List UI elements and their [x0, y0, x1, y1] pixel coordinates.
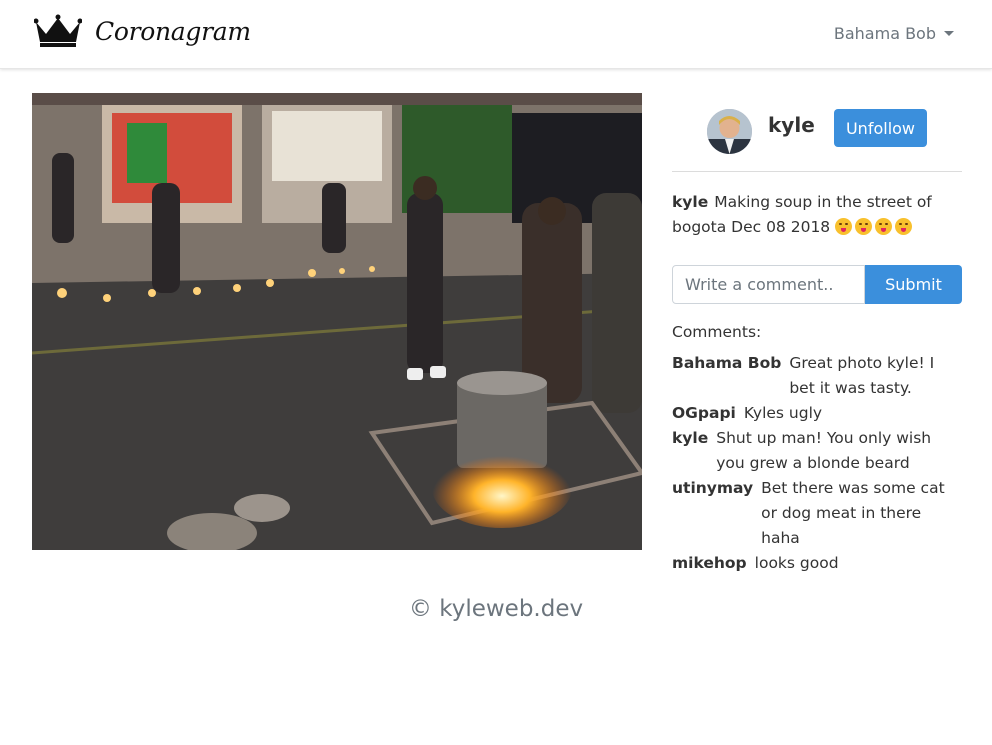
- comment-list: Bahama Bob Great photo kyle! I bet it wa…: [672, 351, 962, 576]
- avatar[interactable]: [707, 109, 752, 154]
- comment-item: kyle Shut up man! You only wish you grew…: [672, 426, 962, 476]
- unfollow-button[interactable]: Unfollow: [834, 109, 927, 147]
- comment-text: Shut up man! You only wish you grew a bl…: [716, 429, 932, 472]
- comment-item: utinymay Bet there was some cat or dog m…: [672, 476, 962, 551]
- emoji-yum-icon: [875, 218, 893, 235]
- comment-text: Bet there was some cat or dog meat in th…: [761, 479, 945, 547]
- navbar: Coronagram Bahama Bob: [0, 0, 992, 69]
- comment-text: looks good: [754, 554, 839, 572]
- comment-user[interactable]: Bahama Bob: [672, 351, 781, 401]
- comments-heading: Comments:: [672, 323, 762, 341]
- caret-down-icon: [944, 31, 954, 36]
- post-details-panel: kyle Unfollow kyle Making soup in the str…: [672, 93, 962, 576]
- emoji-yum-icon: [895, 218, 913, 235]
- post-caption: kyle Making soup in the street of bogota …: [672, 190, 962, 240]
- brand-link[interactable]: Coronagram: [34, 14, 251, 48]
- post-author-name[interactable]: kyle: [768, 113, 815, 137]
- comment-input[interactable]: [672, 265, 865, 304]
- comment-item: OGpapi Kyles ugly: [672, 401, 962, 426]
- comment-text: Kyles ugly: [743, 404, 823, 422]
- caption-text: Making soup in the street of bogota Dec …: [672, 193, 932, 236]
- post-author-header: kyle Unfollow: [672, 93, 962, 172]
- comment-user[interactable]: kyle: [672, 426, 708, 476]
- comment-user[interactable]: OGpapi: [672, 401, 736, 426]
- comment-item: mikehop looks good: [672, 551, 962, 576]
- comment-user[interactable]: utinymay: [672, 476, 753, 551]
- post-image: [32, 93, 642, 550]
- user-menu-dropdown[interactable]: Bahama Bob: [834, 24, 954, 43]
- emoji-yum-icon: [855, 218, 873, 235]
- submit-comment-button[interactable]: Submit: [865, 265, 962, 304]
- comment-item: Bahama Bob Great photo kyle! I bet it wa…: [672, 351, 962, 401]
- brand-name: Coronagram: [95, 16, 251, 46]
- comment-form: Submit: [672, 265, 962, 304]
- comment-user[interactable]: mikehop: [672, 551, 747, 576]
- comment-text: Great photo kyle! I bet it was tasty.: [789, 354, 935, 397]
- footer-copyright: © kyleweb.dev: [408, 596, 584, 622]
- crown-icon: [34, 14, 82, 48]
- caption-author[interactable]: kyle: [672, 193, 708, 211]
- emoji-yum-icon: [835, 218, 853, 235]
- user-menu-label: Bahama Bob: [833, 24, 936, 43]
